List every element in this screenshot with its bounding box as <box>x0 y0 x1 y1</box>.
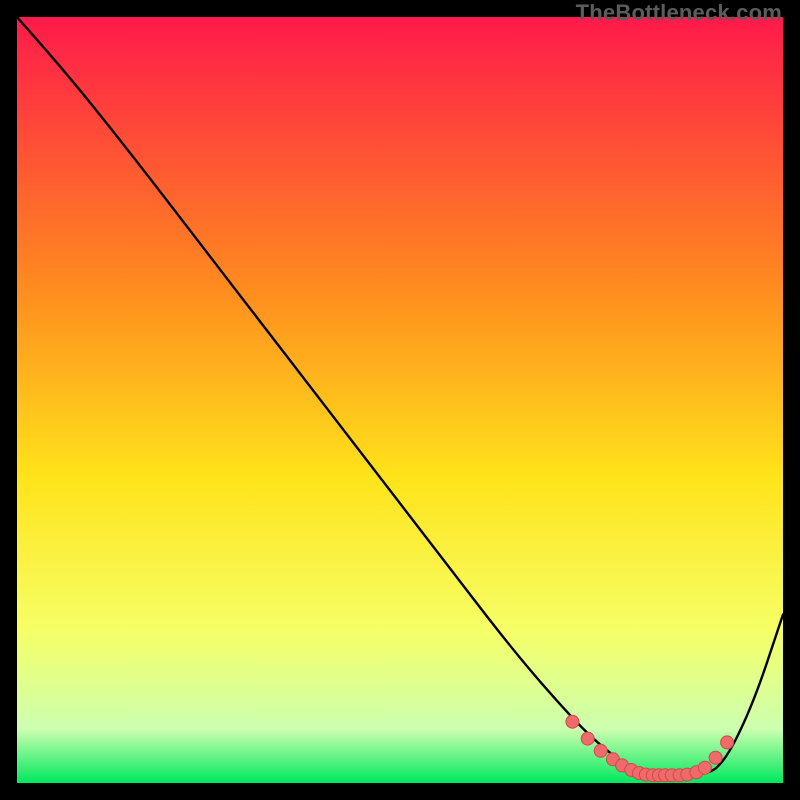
marker-dot <box>698 761 711 774</box>
marker-dot <box>594 744 607 757</box>
marker-dot <box>566 715 579 728</box>
marker-dot <box>709 751 722 764</box>
marker-dot <box>581 732 594 745</box>
marker-dot <box>721 736 734 749</box>
gradient-background <box>17 17 783 783</box>
bottleneck-chart <box>17 17 783 783</box>
chart-stage: TheBottleneck.com <box>0 0 800 800</box>
watermark-text: TheBottleneck.com <box>576 0 782 26</box>
